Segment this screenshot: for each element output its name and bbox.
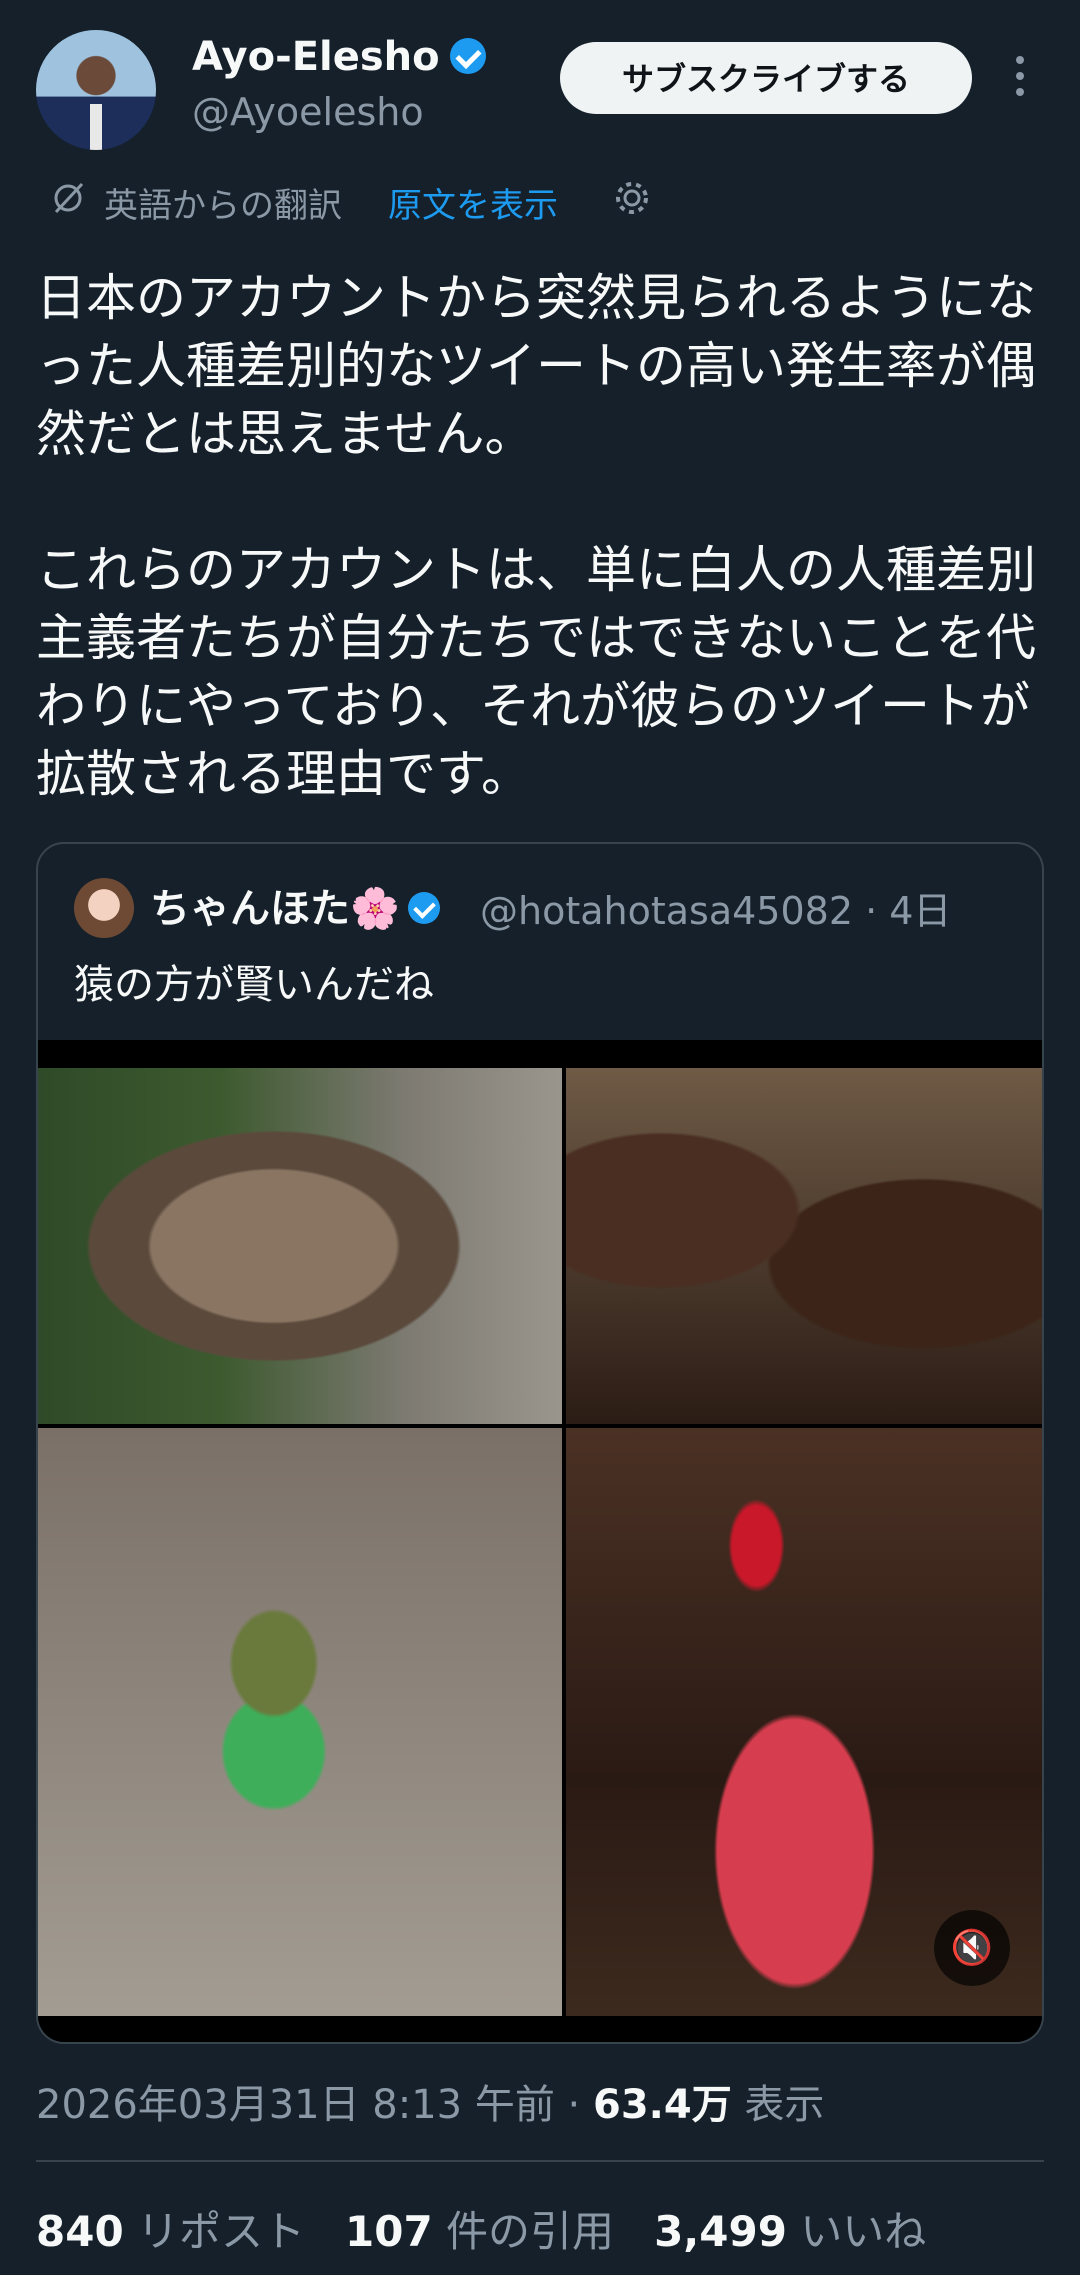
quotes-count: 107 bbox=[345, 2207, 433, 2256]
more-options-icon[interactable] bbox=[1008, 56, 1032, 104]
tweet-paragraph: 日本のアカウントから突然見られるようになった人種差別的なツイートの高い発生率が偶… bbox=[36, 269, 1036, 463]
quoted-author-name-text: ちゃんほた bbox=[150, 886, 350, 932]
views-label: 表示 bbox=[731, 2082, 825, 2128]
translate-icon bbox=[54, 182, 84, 214]
tweet-text: 日本のアカウントから突然見られるようになった人種差別的なツイートの高い発生率が偶… bbox=[36, 264, 1046, 808]
speaker-muted-icon[interactable]: 🔇 bbox=[934, 1910, 1010, 1986]
translation-label: 英語からの翻訳 bbox=[104, 186, 342, 226]
gear-icon[interactable] bbox=[612, 178, 652, 218]
video-frame bbox=[38, 1068, 562, 1424]
show-original-link[interactable]: 原文を表示 bbox=[388, 178, 558, 227]
video-frame bbox=[566, 1068, 1042, 1424]
author-name[interactable]: Ayo-Elesho bbox=[192, 34, 486, 80]
video-frame bbox=[38, 1428, 562, 2016]
quoted-author-name[interactable]: ちゃんほた🌸 bbox=[150, 876, 440, 934]
quotes-stat[interactable]: 107 件の引用 bbox=[345, 2207, 614, 2256]
likes-count: 3,499 bbox=[654, 2207, 787, 2256]
subscribe-button[interactable]: サブスクライブする bbox=[560, 42, 972, 114]
likes-stat[interactable]: 3,499 いいね bbox=[654, 2207, 926, 2256]
tweet-meta: 2026年03月31日 8:13 午前 · 63.4万 表示 bbox=[36, 2072, 824, 2130]
tweet-paragraph: これらのアカウントは、単に白人の人種差別主義者たちが自分たちではできないことを代… bbox=[36, 541, 1036, 803]
reposts-label: リポスト bbox=[123, 2207, 306, 2256]
divider bbox=[36, 2160, 1044, 2162]
author-name-text[interactable]: Ayo-Elesho bbox=[192, 34, 440, 80]
reposts-count: 840 bbox=[36, 2207, 124, 2256]
author-handle[interactable]: @Ayoelesho bbox=[192, 90, 424, 134]
timestamp[interactable]: 2026年03月31日 8:13 午前 · bbox=[36, 2082, 593, 2128]
quoted-tweet-card[interactable]: ちゃんほた🌸 @hotahotasa45082 · 4日 猿の方が賢いんだね 🔇 bbox=[36, 842, 1044, 2044]
video-player[interactable]: 🔇 bbox=[38, 1040, 1042, 2042]
flower-emoji: 🌸 bbox=[350, 886, 400, 932]
verified-badge-icon bbox=[407, 892, 440, 924]
quoted-handle-time[interactable]: @hotahotasa45082 · 4日 bbox=[480, 880, 951, 935]
quotes-label: 件の引用 bbox=[432, 2207, 615, 2256]
reposts-stat[interactable]: 840 リポスト bbox=[36, 2207, 305, 2256]
avatar-detail bbox=[90, 104, 102, 150]
engagement-stats: 840 リポスト 107 件の引用 3,499 いいね bbox=[36, 2198, 926, 2259]
quoted-avatar[interactable] bbox=[74, 878, 134, 938]
views-count: 63.4万 bbox=[593, 2082, 732, 2128]
author-avatar[interactable] bbox=[36, 30, 156, 150]
likes-label: いいね bbox=[786, 2207, 927, 2256]
quoted-text: 猿の方が賢いんだね bbox=[74, 962, 434, 1008]
verified-badge-icon bbox=[449, 38, 486, 74]
